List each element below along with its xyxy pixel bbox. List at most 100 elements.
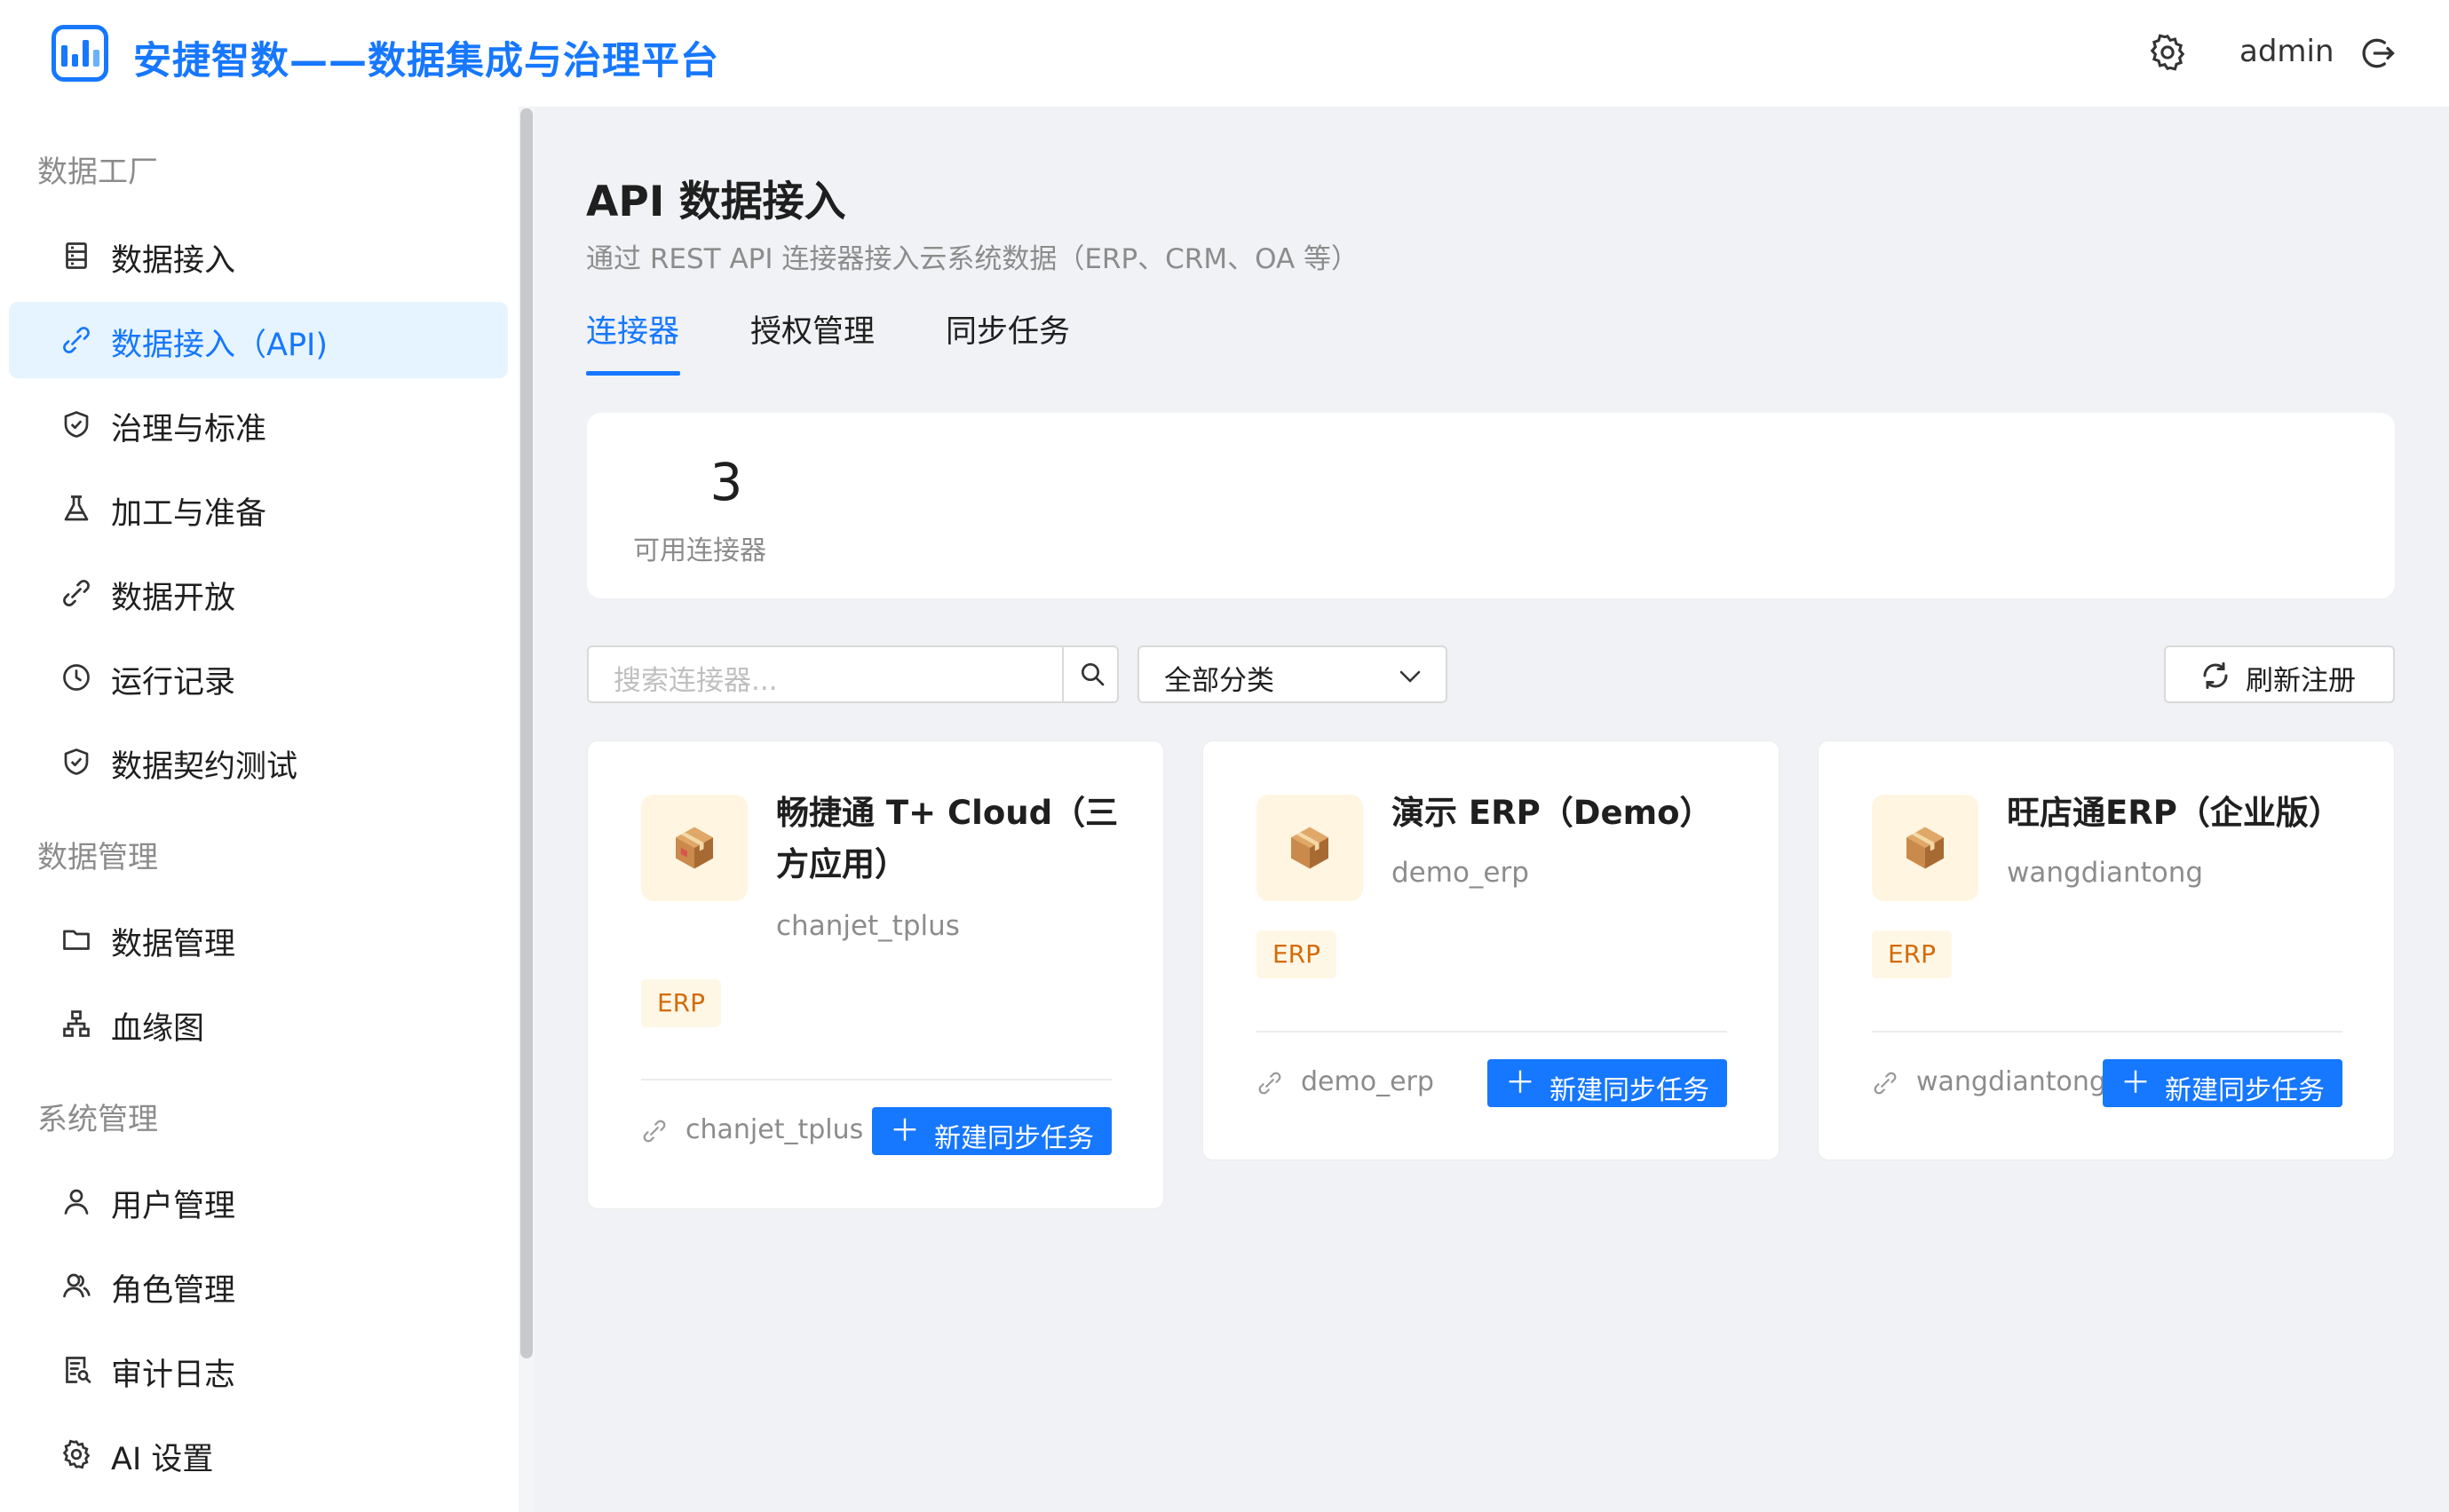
stat-value: 3 (709, 452, 743, 512)
sidebar-item-lineage[interactable]: 血缘图 (9, 986, 508, 1062)
sidebar-item-label: 审计日志 (111, 1358, 236, 1393)
users-icon (63, 1273, 91, 1298)
connector-footer-code: chanjet_tplus (686, 1114, 864, 1145)
sidebar-item-data-open[interactable]: 数据开放 (9, 555, 508, 631)
connector-footer-code: demo_erp (1301, 1066, 1434, 1097)
sidebar-item-label: 用户管理 (111, 1189, 236, 1224)
page-title: API 数据接入 (586, 178, 846, 226)
sidebar-item-data-ingest-api[interactable]: 数据接入（API) (9, 302, 508, 378)
connector-name: 旺店通ERP（企业版） (2007, 794, 2342, 832)
new-sync-task-label: 新建同步任务 (2165, 1075, 2325, 1106)
search-button[interactable] (1062, 645, 1119, 703)
sidebar-item-data-management[interactable]: 数据管理 (9, 901, 508, 978)
new-sync-task-button[interactable]: ＋ 新建同步任务 (872, 1107, 1112, 1155)
sidebar-item-label: 数据接入 (111, 243, 236, 279)
connector-code: wangdiantong (2007, 857, 2204, 889)
api-link-icon (63, 327, 90, 353)
card-divider (1872, 1031, 2342, 1033)
plus-icon: ＋ (890, 1113, 920, 1149)
flask-icon (64, 495, 89, 521)
sidebar-item-roles[interactable]: 角色管理 (9, 1247, 508, 1324)
connector-name: 畅捷通 T+ Cloud（三方应用） (776, 794, 1119, 883)
tab-auth-management[interactable]: 授权管理 (750, 306, 875, 352)
app-logo (52, 25, 108, 82)
audit-icon (66, 1357, 91, 1383)
connector-card[interactable]: 畅捷通 T+ Cloud（三方应用） chanjet_tplus ERP cha… (587, 740, 1164, 1209)
refresh-icon (2203, 662, 2228, 689)
username-label[interactable]: admin (2239, 34, 2334, 69)
search-placeholder: 搜索连接器... (614, 665, 778, 697)
new-sync-task-button[interactable]: ＋ 新建同步任务 (2103, 1059, 2342, 1107)
package-icon (1872, 795, 1978, 901)
category-select[interactable]: 全部分类 (1137, 645, 1447, 703)
sidebar-item-label: AI 设置 (111, 1442, 214, 1477)
sidebar-item-label: 运行记录 (111, 665, 236, 701)
card-divider (1256, 1031, 1727, 1033)
sidebar-item-users[interactable]: 用户管理 (9, 1163, 508, 1239)
tab-sync-tasks[interactable]: 同步任务 (946, 306, 1070, 352)
new-sync-task-button[interactable]: ＋ 新建同步任务 (1487, 1059, 1727, 1107)
top-header: 安捷智数——数据集成与治理平台 admin (0, 0, 2449, 107)
sidebar-group-data-factory: 数据工厂 (37, 154, 158, 190)
package-icon (1256, 795, 1363, 901)
stat-card: 3 可用连接器 (587, 413, 2395, 598)
category-select-value: 全部分类 (1164, 665, 1274, 697)
refresh-label: 刷新注册 (2246, 665, 2356, 697)
connector-card[interactable]: 演示 ERP（Demo） demo_erp ERP demo_erp ＋ 新建同… (1202, 740, 1779, 1160)
sidebar-scrollbar-thumb[interactable] (520, 108, 533, 1358)
sidebar-item-label: 血缘图 (111, 1011, 205, 1047)
user-icon (64, 1189, 89, 1215)
logout-icon[interactable] (2358, 34, 2397, 73)
clock-icon (63, 664, 90, 691)
category-tag: ERP (1256, 930, 1336, 978)
tab-active-indicator (586, 371, 680, 376)
gear-icon (62, 1439, 91, 1469)
connector-code: demo_erp (1391, 857, 1529, 889)
new-sync-task-label: 新建同步任务 (934, 1123, 1094, 1154)
chevron-down-icon (1399, 670, 1421, 683)
api-link-icon (63, 580, 90, 606)
connector-card[interactable]: 旺店通ERP（企业版） wangdiantong ERP wangdianton… (1818, 740, 2395, 1160)
sidebar-item-label: 数据契约测试 (111, 749, 298, 785)
plus-icon: ＋ (2120, 1065, 2151, 1101)
plus-icon: ＋ (1505, 1065, 1535, 1101)
refresh-registry-button[interactable]: 刷新注册 (2164, 645, 2395, 703)
category-tag: ERP (641, 979, 721, 1027)
sidebar-item-label: 数据接入（API) (111, 328, 329, 363)
sidebar-item-label: 数据管理 (111, 927, 236, 962)
stat-label: 可用连接器 (633, 535, 766, 566)
search-input[interactable]: 搜索连接器... (587, 645, 1119, 703)
gear-icon[interactable] (2147, 32, 2188, 73)
connector-footer-code: wangdiantong (1916, 1066, 2106, 1097)
sidebar-item-governance[interactable]: 治理与标准 (9, 386, 508, 463)
sidebar-group-data-management: 数据管理 (37, 840, 158, 875)
database-icon (66, 242, 87, 269)
sidebar-item-ai-settings[interactable]: AI 设置 (9, 1416, 508, 1492)
sidebar-item-label: 治理与标准 (111, 412, 267, 447)
page-subtitle: 通过 REST API 连接器接入云系统数据（ERP、CRM、OA 等） (586, 243, 1359, 275)
connector-code: chanjet_tplus (776, 910, 960, 942)
search-icon (1082, 663, 1105, 686)
new-sync-task-label: 新建同步任务 (1549, 1075, 1709, 1106)
sidebar-item-data-ingest[interactable]: 数据接入 (9, 218, 508, 294)
sidebar-item-processing[interactable]: 加工与准备 (9, 471, 508, 547)
sidebar-item-run-records[interactable]: 运行记录 (9, 639, 508, 716)
tab-connectors[interactable]: 连接器 (586, 306, 679, 352)
lineage-icon (63, 1010, 90, 1037)
api-link-icon (1874, 1072, 1897, 1095)
sidebar-item-label: 角色管理 (111, 1273, 236, 1309)
sidebar-group-system-management: 系统管理 (37, 1102, 158, 1137)
api-link-icon (1258, 1072, 1281, 1095)
app-title: 安捷智数——数据集成与治理平台 (133, 39, 719, 83)
shield-check-icon (64, 748, 89, 775)
folder-icon (63, 930, 90, 950)
shield-check-icon (64, 411, 89, 438)
category-tag: ERP (1872, 930, 1952, 978)
package-icon (641, 795, 748, 901)
sidebar-item-audit-log[interactable]: 审计日志 (9, 1332, 508, 1408)
connector-name: 演示 ERP（Demo） (1391, 794, 1713, 832)
api-link-icon (643, 1120, 666, 1143)
sidebar-item-label: 加工与准备 (111, 496, 267, 532)
card-divider (641, 1079, 1112, 1081)
sidebar-item-contract-test[interactable]: 数据契约测试 (9, 724, 508, 800)
